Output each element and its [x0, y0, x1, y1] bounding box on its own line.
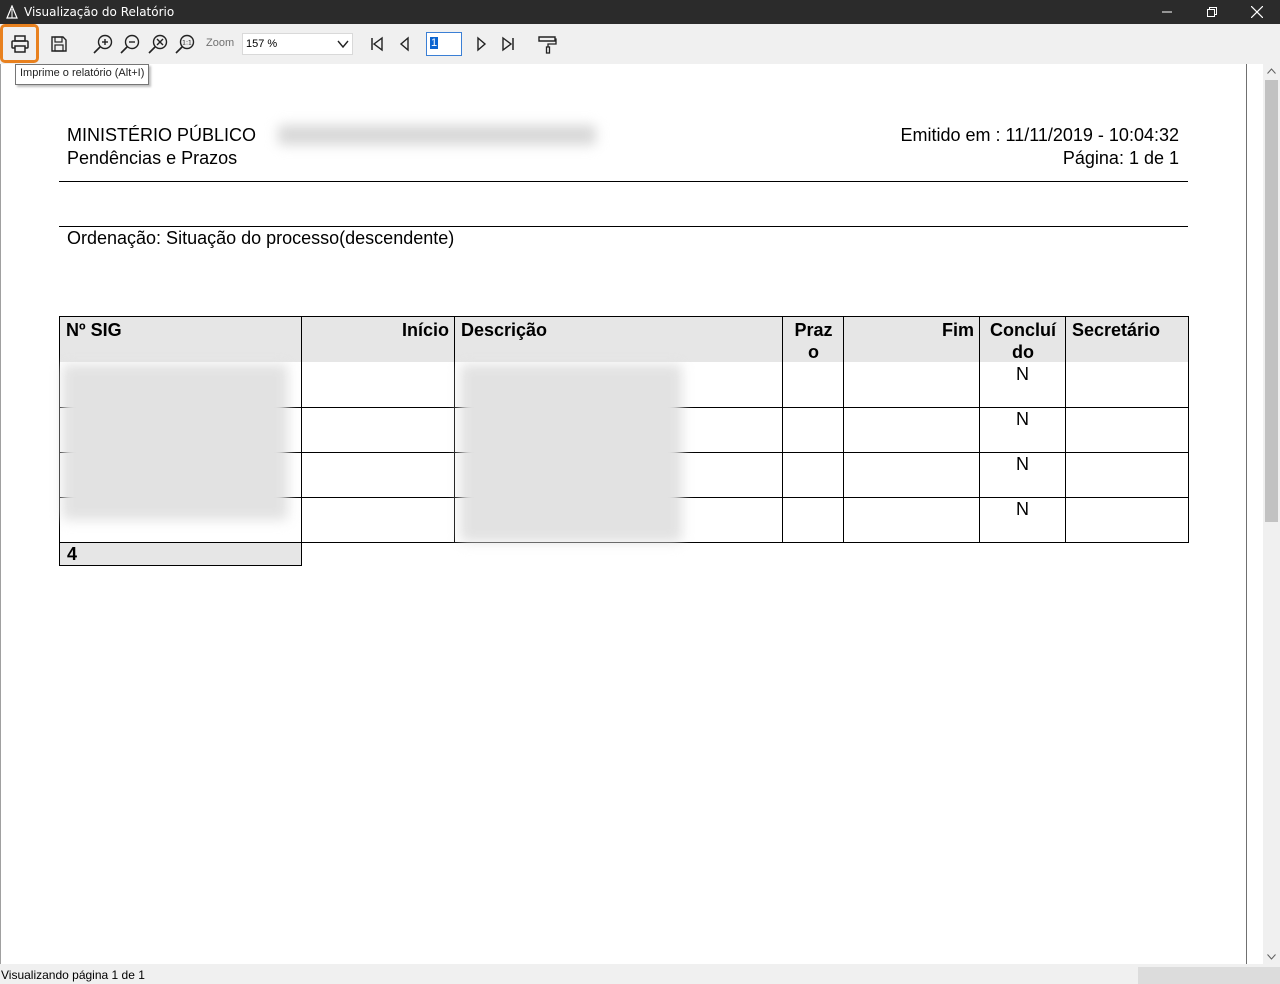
chevron-down-icon	[337, 40, 349, 49]
zoom-fit-button[interactable]	[144, 30, 172, 58]
cell-concluido: N	[1016, 499, 1029, 519]
printer-icon	[10, 34, 29, 53]
next-page-icon	[477, 36, 487, 52]
table-grid-line	[301, 362, 302, 566]
app-icon	[6, 5, 18, 19]
scroll-down-icon[interactable]	[1267, 954, 1276, 960]
minimize-button[interactable]	[1144, 0, 1190, 24]
page-number-value: 1	[430, 37, 439, 49]
zoom-out-icon	[120, 34, 140, 54]
restore-icon	[1207, 7, 1217, 17]
scrollbar-thumb[interactable]	[1265, 80, 1278, 522]
column-header-prazo: Praz o	[782, 316, 844, 362]
zoom-in-icon	[93, 34, 113, 54]
column-header-sig: Nº SIG	[59, 316, 302, 362]
title-bar: Visualização do Relatório	[0, 0, 1280, 24]
zoom-in-button[interactable]	[89, 30, 117, 58]
status-bar: Visualizando página 1 de 1	[0, 964, 1280, 984]
page-edge	[1246, 64, 1247, 964]
page-number-input[interactable]: 1	[426, 32, 462, 56]
status-panel	[1138, 967, 1280, 984]
redacted-organization-detail	[278, 125, 596, 145]
cell-concluido: N	[1016, 409, 1029, 429]
column-header-fim: Fim	[843, 316, 980, 362]
zoom-value: 157 %	[246, 38, 278, 50]
first-page-button[interactable]	[363, 30, 391, 58]
last-page-button[interactable]	[494, 30, 522, 58]
column-header-concluido: Concluí do	[979, 316, 1066, 362]
minimize-icon	[1162, 11, 1172, 13]
zoom-actual-size-icon: 1:1	[175, 34, 195, 54]
redacted-sig-numbers	[62, 364, 288, 520]
last-page-icon	[502, 36, 514, 52]
redacted-descriptions	[460, 364, 682, 542]
zoom-fit-icon	[148, 34, 168, 54]
close-button[interactable]	[1234, 0, 1280, 24]
print-tooltip: Imprime o relatório (Alt+I)	[15, 64, 150, 85]
column-header-secretario: Secretário	[1065, 316, 1189, 362]
page-setup-button[interactable]	[533, 30, 561, 58]
print-button[interactable]	[0, 24, 39, 63]
zoom-actual-size-button[interactable]: 1:1	[171, 30, 199, 58]
cell-concluido: N	[1016, 364, 1029, 384]
header-divider	[59, 181, 1188, 182]
report-ordering: Ordenação: Situação do processo(descende…	[67, 228, 455, 248]
zoom-label: Zoom	[206, 37, 235, 49]
table-total: 4	[59, 543, 302, 566]
scroll-up-icon[interactable]	[1267, 68, 1276, 74]
svg-text:1:1: 1:1	[182, 40, 192, 47]
vertical-scrollbar[interactable]	[1263, 64, 1280, 964]
toolbar: 1:1 Zoom 157 % 1	[0, 24, 1280, 64]
save-icon	[51, 36, 67, 52]
first-page-icon	[371, 36, 383, 52]
restore-button[interactable]	[1189, 0, 1235, 24]
status-text: Visualizando página 1 de 1	[1, 968, 145, 982]
window-title: Visualização do Relatório	[24, 5, 175, 19]
report-subtitle: Pendências e Prazos	[67, 148, 238, 168]
column-header-inicio: Início	[301, 316, 455, 362]
report-page-indicator: Página: 1 de 1	[1062, 148, 1179, 168]
report-organization: MINISTÉRIO PÚBLICO	[67, 125, 257, 145]
previous-page-icon	[399, 36, 409, 52]
cell-concluido: N	[1016, 454, 1029, 474]
paint-roller-icon	[538, 36, 557, 54]
previous-page-button[interactable]	[391, 30, 419, 58]
report-issued-date: Emitido em : 11/11/2019 - 10:04:32	[900, 125, 1179, 145]
close-icon	[1251, 6, 1263, 18]
column-header-descricao: Descrição	[454, 316, 783, 362]
zoom-out-button[interactable]	[116, 30, 144, 58]
next-page-button[interactable]	[467, 30, 495, 58]
zoom-select[interactable]: 157 %	[242, 33, 353, 55]
save-button[interactable]	[45, 30, 73, 58]
